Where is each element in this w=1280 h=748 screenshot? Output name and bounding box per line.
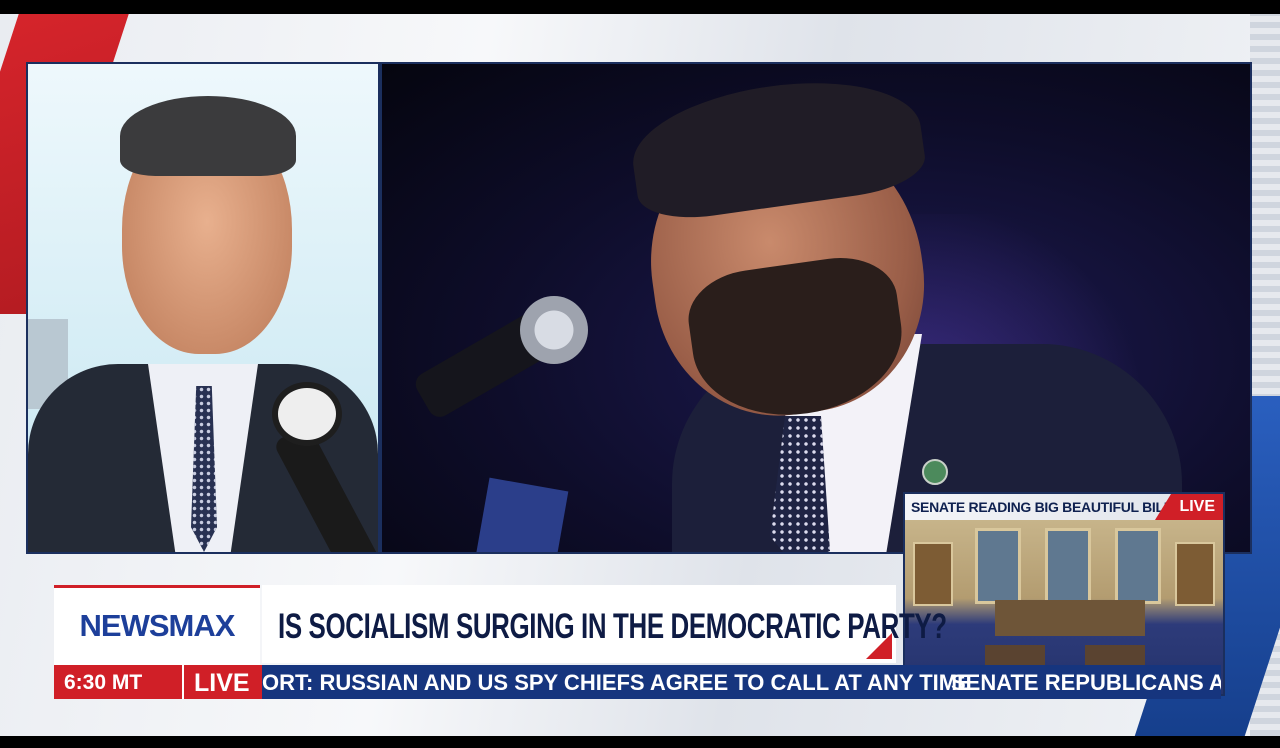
- live-inset-title: SENATE READING BIG BEAUTIFUL BILL: [911, 499, 1173, 515]
- newsmax-logo: NEWSMAX: [79, 608, 236, 643]
- ticker-item: ORT: RUSSIAN AND US SPY CHIEFS AGREE TO …: [262, 670, 972, 695]
- microphone-icon: [272, 382, 342, 446]
- network-logo-box: NEWSMAX: [54, 585, 260, 666]
- live-badge: LIVE: [182, 665, 262, 699]
- guest-photo-panel: [380, 62, 1252, 554]
- time-label: 6:30 MT: [64, 671, 143, 694]
- chamber-desk: [1085, 645, 1145, 667]
- chamber-panel: [1045, 528, 1091, 604]
- news-ticker: ORT: RUSSIAN AND US SPY CHIEFS AGREE TO …: [262, 665, 1221, 699]
- time-box: 6:30 MT: [54, 665, 182, 699]
- chamber-panel: [975, 528, 1021, 604]
- live-badge-label: LIVE: [194, 669, 250, 697]
- live-inset-header: SENATE READING BIG BEAUTIFUL BILL LIVE: [905, 494, 1223, 520]
- podium-microphone-icon: [520, 296, 588, 364]
- live-inset-badge: LIVE: [1155, 494, 1223, 520]
- chamber-door-left: [913, 542, 953, 606]
- ticker-item: SENATE REPUBLICANS ADV: [951, 670, 1221, 695]
- chamber-dais: [995, 600, 1145, 636]
- chamber-desk: [985, 645, 1045, 667]
- live-inset-badge-label: LIVE: [1179, 498, 1215, 515]
- podium-sign: [475, 477, 569, 552]
- headline-box: IS SOCIALISM SURGING IN THE DEMOCRATIC P…: [262, 585, 947, 663]
- host-hair: [120, 96, 296, 176]
- lapel-pin-icon: [922, 459, 948, 485]
- host-video-panel: [26, 62, 380, 554]
- chamber-panel: [1115, 528, 1161, 604]
- chamber-door-right: [1175, 542, 1215, 606]
- headline-text: IS SOCIALISM SURGING IN THE DEMOCRATIC P…: [278, 607, 947, 646]
